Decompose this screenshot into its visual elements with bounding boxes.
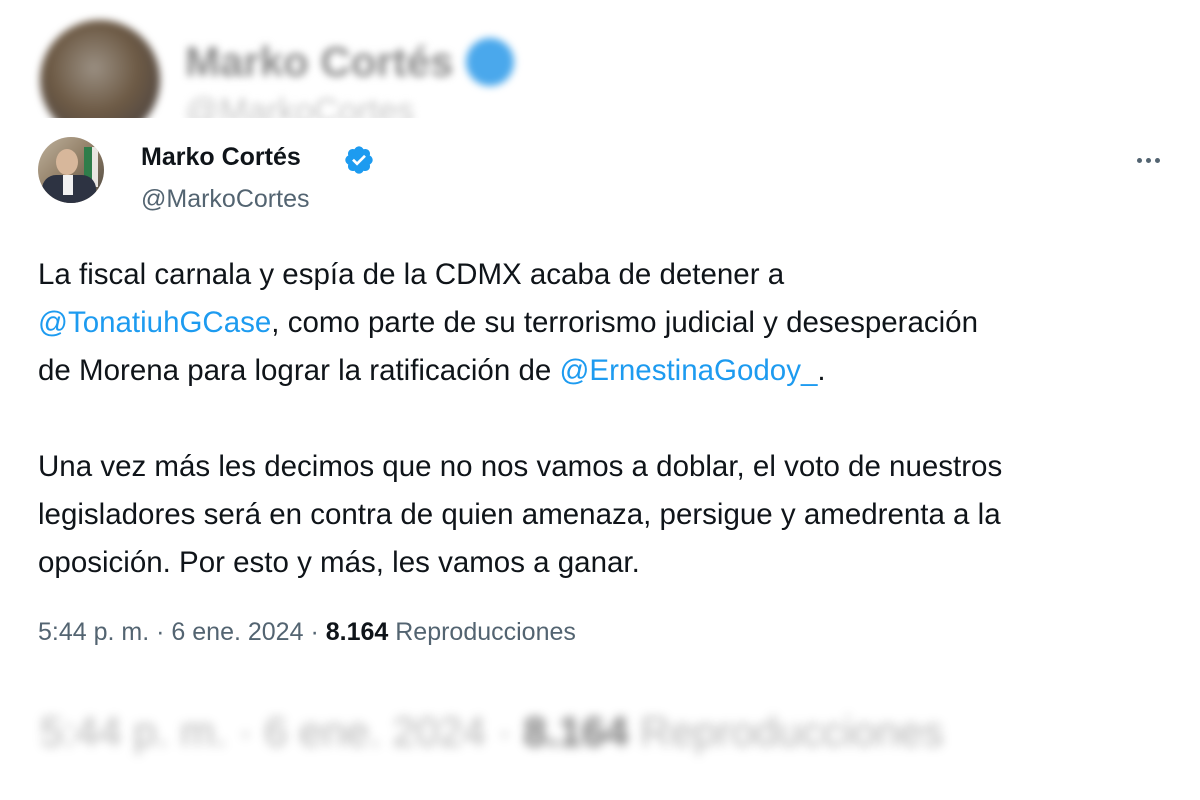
verified-badge-icon — [345, 146, 373, 174]
tweet-line: La fiscal carnala y espía de la CDMX aca… — [38, 258, 785, 291]
meta-separator: · — [156, 618, 165, 646]
tweet-line: legisladores será en contra de quien ame… — [38, 498, 1001, 531]
tweet-line: @TonatiuhGCase, como parte de su terrori… — [38, 299, 1178, 347]
tweet-text: La fiscal carnala y espía de la CDMX aca… — [38, 251, 1178, 587]
tweet-line: Una vez más les decimos que no nos vamos… — [38, 450, 1003, 483]
blurred-verified-icon — [466, 38, 514, 86]
blurred-author-name: Marko Cortés — [185, 38, 454, 85]
tweet-line-text: de Morena para lograr la ratificación de — [38, 354, 560, 387]
tweet-line-text: . — [817, 354, 826, 387]
tweet-meta: 5:44 p. m. · 6 ene. 2024 · 8.164 Reprodu… — [38, 618, 576, 647]
more-options-icon[interactable] — [1128, 148, 1168, 172]
author-handle[interactable]: @MarkoCortes — [141, 185, 309, 214]
tweet-line-text: , como parte de su terrorismo judicial y… — [271, 306, 978, 339]
views-count: 8.164 — [325, 618, 389, 646]
tweet-date[interactable]: 6 ene. 2024 — [171, 618, 303, 646]
blurred-background-footer: 5:44 p. m. · 6 ene. 2024 · 8.164 Reprodu… — [0, 690, 1200, 800]
tweet-line: oposición. Por esto y más, les vamos a g… — [38, 546, 640, 579]
meta-separator: · — [310, 618, 319, 646]
views-label: Reproducciones — [395, 618, 576, 646]
tweet-card: Marko Cortés @MarkoCortes La fiscal carn… — [4, 118, 1196, 686]
mention-link[interactable]: @ErnestinaGodoy_ — [559, 354, 817, 387]
blurred-meta: 5:44 p. m. · 6 ene. 2024 · 8.164 Reprodu… — [40, 708, 944, 755]
mention-link[interactable]: @TonatiuhGCase — [38, 306, 271, 339]
tweet-line: de Morena para lograr la ratificación de… — [38, 347, 1178, 395]
tweet-time[interactable]: 5:44 p. m. — [38, 618, 149, 646]
author-name[interactable]: Marko Cortés — [141, 143, 301, 172]
avatar[interactable] — [38, 137, 104, 203]
blurred-background-header: Marko Cortés @MarkoCortes — [0, 0, 1200, 140]
